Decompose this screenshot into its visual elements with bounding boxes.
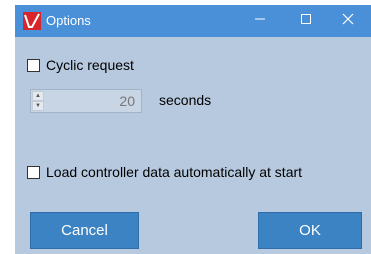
app-logo-icon [23, 12, 41, 30]
interval-unit-label: seconds [159, 92, 212, 108]
interval-spinner[interactable]: ▲ ▼ 20 [30, 89, 142, 113]
window-title: Options [46, 13, 91, 28]
cancel-button[interactable]: Cancel [30, 212, 139, 249]
minimize-icon [254, 12, 266, 30]
load-on-start-label: Load controller data automatically at st… [46, 164, 303, 180]
load-on-start-option[interactable]: Load controller data automatically at st… [27, 164, 302, 180]
close-button[interactable] [325, 5, 371, 37]
options-dialog: Options Cyclic request ▲ ▼ 20 seconds Lo… [15, 5, 371, 254]
maximize-button[interactable] [283, 5, 329, 37]
load-on-start-checkbox[interactable] [27, 165, 40, 179]
title-bar[interactable]: Options [15, 5, 371, 37]
maximize-icon [300, 12, 312, 30]
spin-up-button[interactable]: ▲ [32, 91, 44, 101]
ok-button[interactable]: OK [258, 212, 362, 249]
interval-value: 20 [119, 93, 135, 109]
close-icon [342, 12, 354, 30]
spinner-buttons: ▲ ▼ [32, 91, 44, 111]
cyclic-request-option[interactable]: Cyclic request [27, 57, 134, 73]
spin-down-button[interactable]: ▼ [32, 101, 44, 111]
minimize-button[interactable] [237, 5, 283, 37]
cyclic-request-label: Cyclic request [46, 57, 134, 73]
cyclic-request-checkbox[interactable] [27, 58, 40, 72]
